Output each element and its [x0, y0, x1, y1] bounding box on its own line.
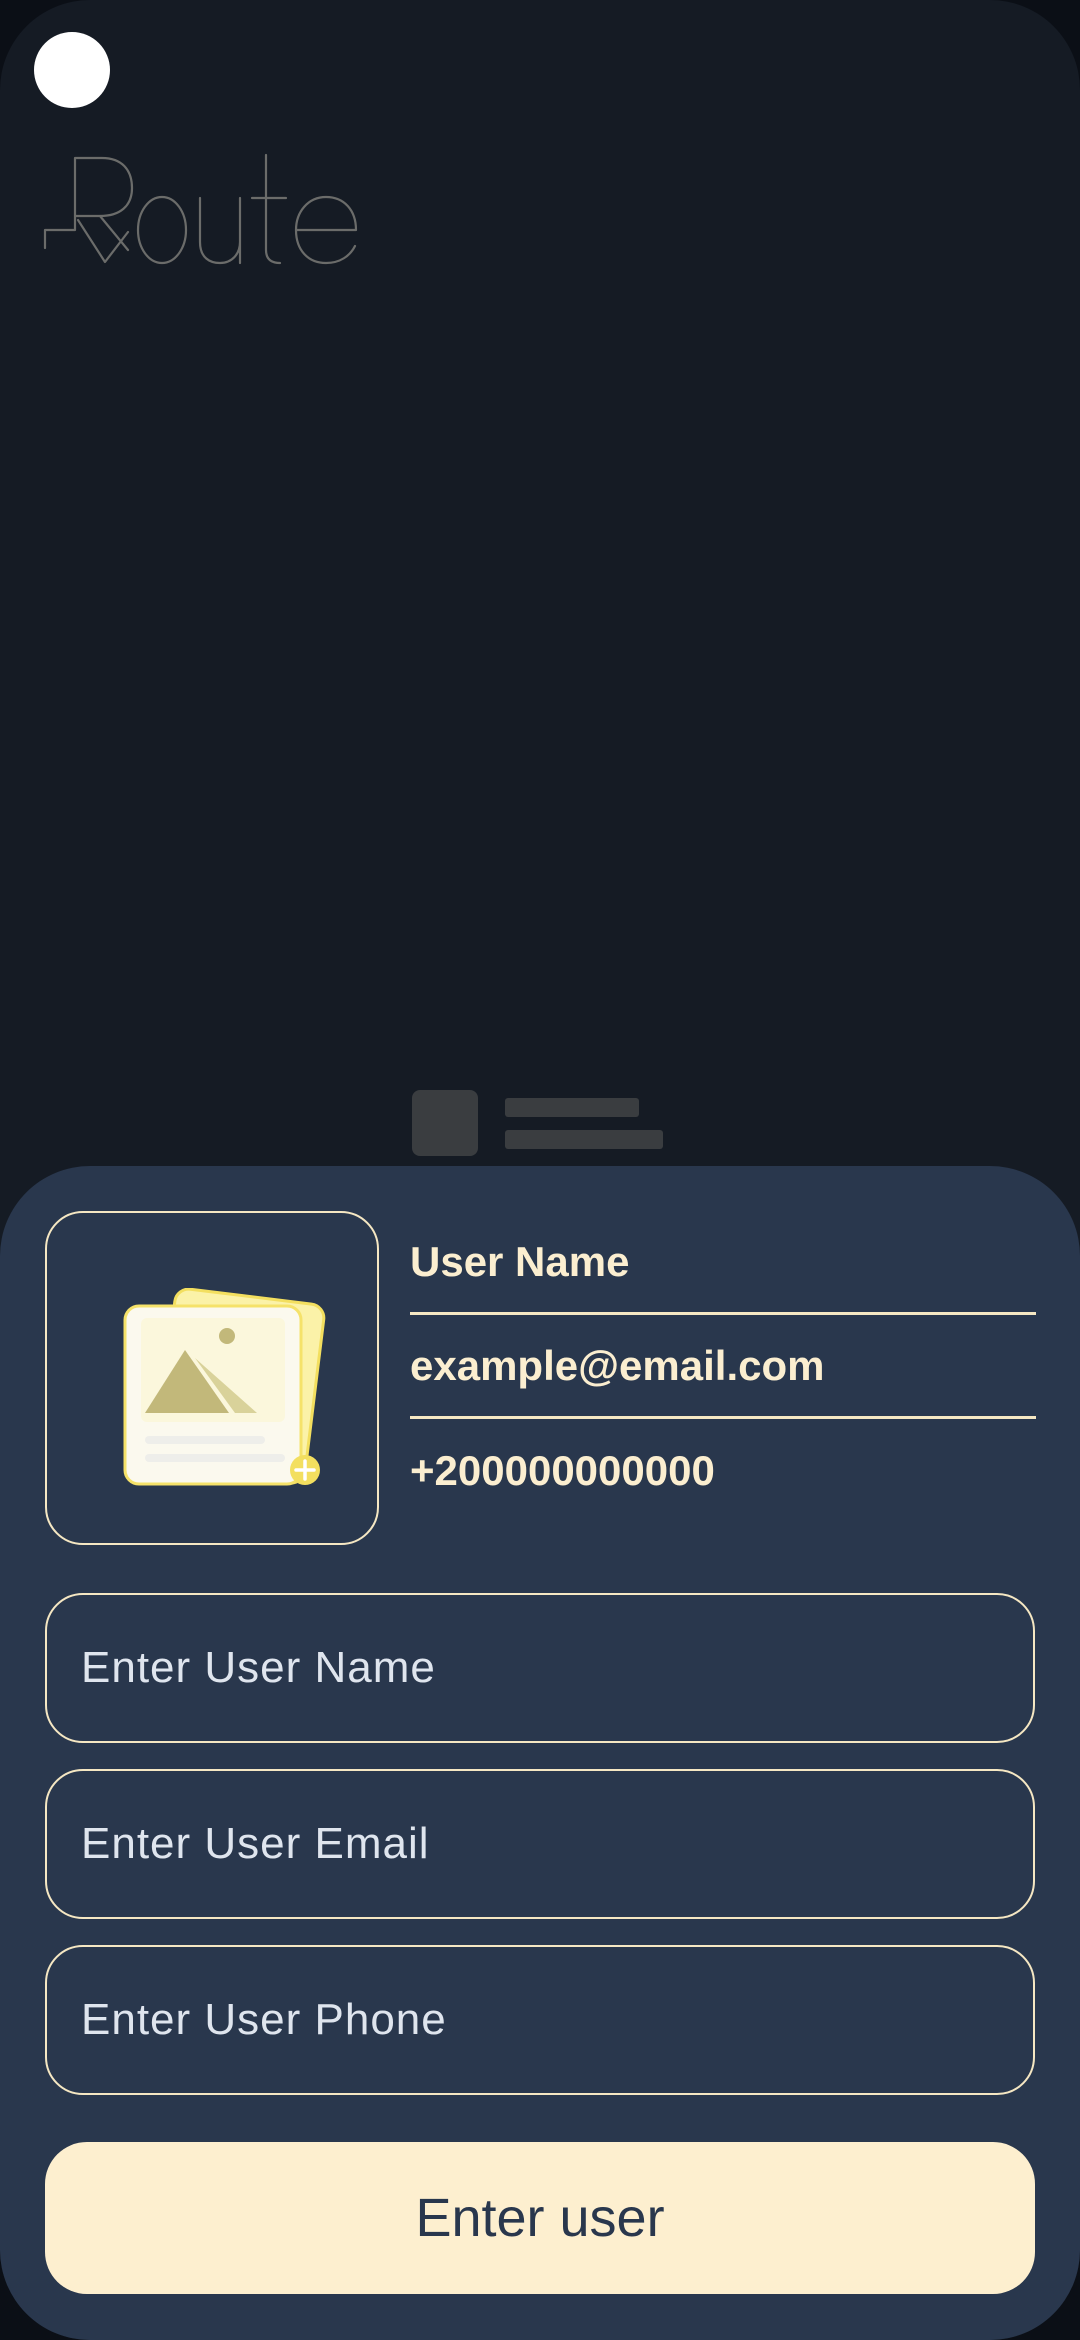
image-picker-button[interactable]: [45, 1211, 379, 1545]
placeholder-line: [505, 1098, 639, 1117]
preview-user-name: User Name: [410, 1237, 630, 1285]
add-user-sheet: User Name example@email.com +20000000000…: [0, 1166, 1080, 2340]
preview-name-row: User Name: [410, 1211, 1036, 1315]
app-screen: User Name example@email.com +20000000000…: [0, 0, 1080, 2340]
user-preview: User Name example@email.com +20000000000…: [410, 1211, 1036, 1523]
camera-cutout: [34, 32, 110, 108]
user-phone-input[interactable]: [79, 1994, 1033, 2046]
route-logo: [40, 150, 370, 280]
user-email-input[interactable]: [79, 1818, 1033, 1870]
user-email-field[interactable]: [45, 1769, 1035, 1919]
preview-email-row: example@email.com: [410, 1315, 1036, 1419]
preview-email: example@email.com: [410, 1341, 825, 1389]
loading-placeholder: [412, 1090, 672, 1160]
preview-phone-row: +200000000000: [410, 1419, 1036, 1523]
add-image-icon: [123, 1288, 326, 1486]
preview-phone: +200000000000: [410, 1447, 715, 1494]
user-name-input[interactable]: [79, 1642, 1033, 1694]
placeholder-thumbnail: [412, 1090, 478, 1156]
user-phone-field[interactable]: [45, 1945, 1035, 2095]
enter-user-button[interactable]: Enter user: [45, 2142, 1035, 2294]
placeholder-line: [505, 1130, 663, 1149]
user-name-field[interactable]: [45, 1593, 1035, 1743]
